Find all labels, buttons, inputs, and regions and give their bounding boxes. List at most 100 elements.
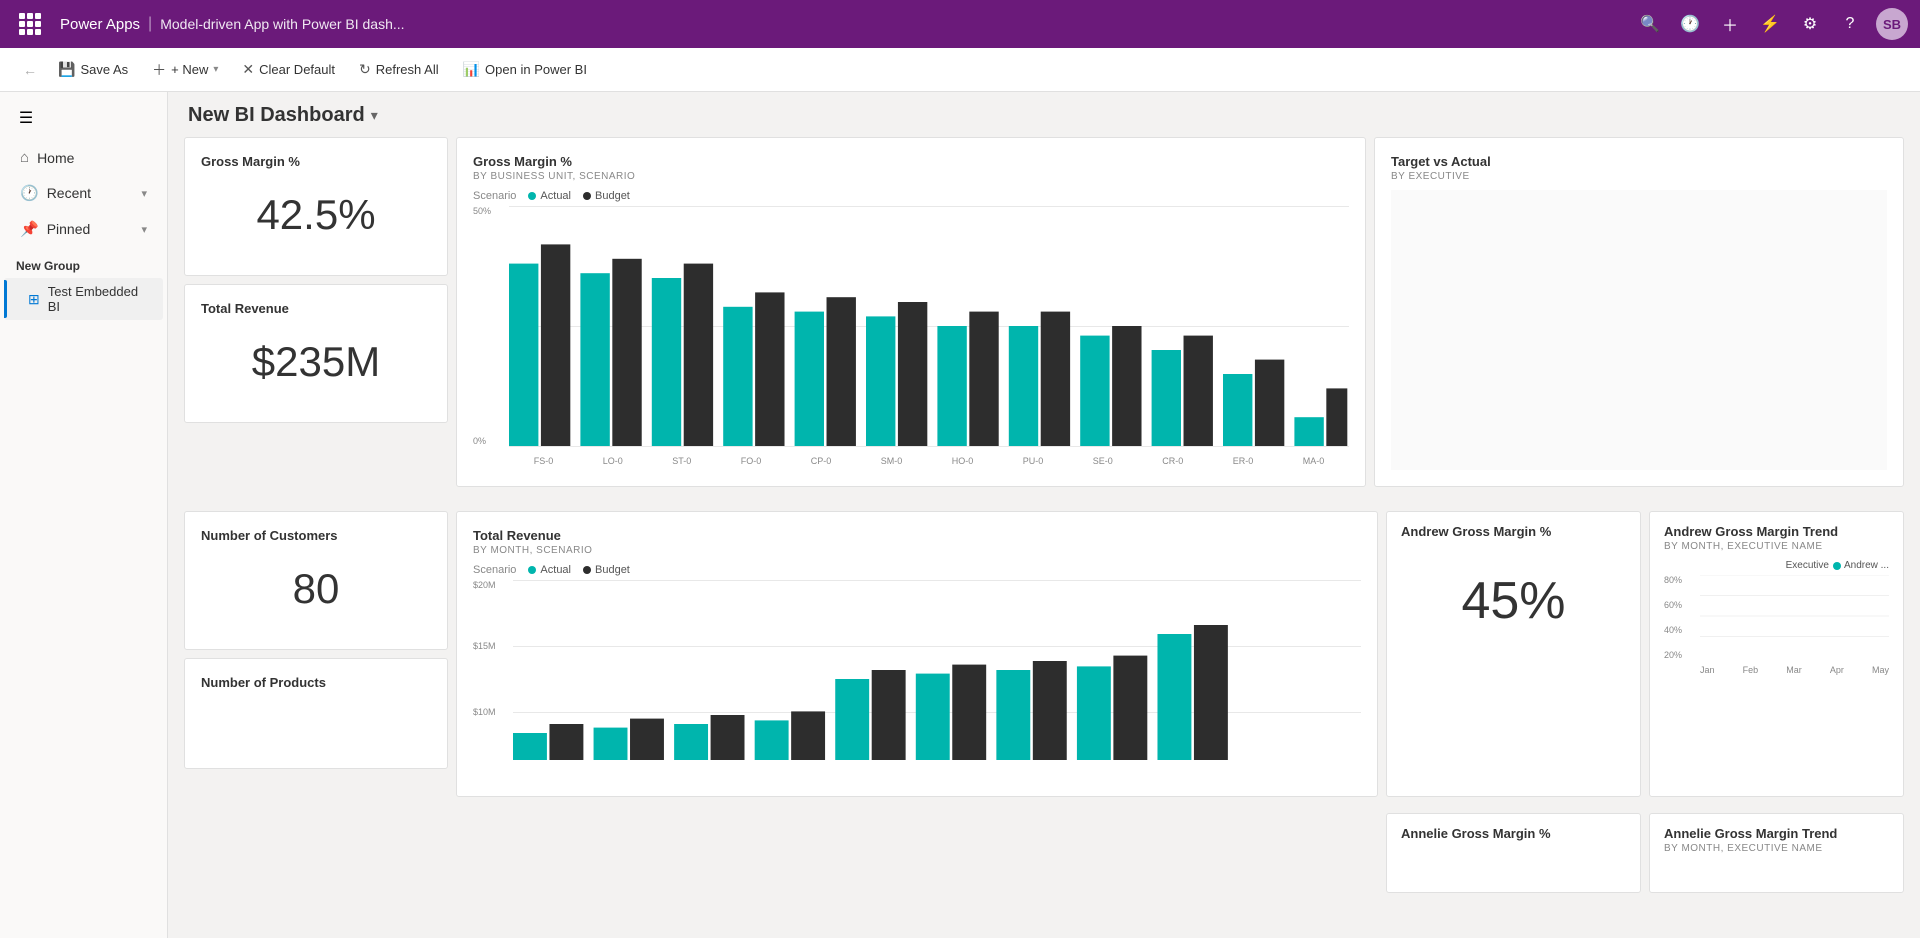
help-icon[interactable]: ? xyxy=(1832,6,1868,42)
x-label-ma0: MA-0 xyxy=(1303,456,1325,466)
target-vs-actual-content xyxy=(1391,190,1887,470)
trend-y-60: 60% xyxy=(1664,600,1682,610)
dashboard-title: New BI Dashboard xyxy=(188,104,365,127)
settings-icon[interactable]: ⚙ xyxy=(1792,6,1828,42)
tr-bar-chart: $20M $15M $10M xyxy=(473,580,1361,780)
andrew-x-labels: Jan Feb Mar Apr May xyxy=(1700,665,1889,675)
separator: | xyxy=(148,15,152,33)
target-vs-actual-subtitle: BY EXECUTIVE xyxy=(1391,171,1887,182)
x-label-cr0: CR-0 xyxy=(1162,456,1183,466)
andrew-gm-title: Andrew Gross Margin % xyxy=(1401,524,1626,539)
trend-y-20: 20% xyxy=(1664,650,1682,660)
number-of-products-card: Number of Products xyxy=(184,658,448,769)
sidebar-item-test-embedded[interactable]: ⊞ Test Embedded BI xyxy=(4,278,163,320)
chevron-down-icon: ▾ xyxy=(141,187,147,200)
gross-margin-chart-card: Gross Margin % BY BUSINESS UNIT, SCENARI… xyxy=(456,137,1366,487)
clear-default-label: Clear Default xyxy=(259,62,335,77)
add-icon[interactable]: ＋ xyxy=(1712,6,1748,42)
sidebar-toggle[interactable]: ☰ xyxy=(8,100,44,136)
tr-actual-dot xyxy=(528,566,536,574)
refresh-icon: ↻ xyxy=(359,61,371,78)
filter-icon[interactable]: ⚡ xyxy=(1752,6,1788,42)
clear-default-button[interactable]: ✕ Clear Default xyxy=(232,54,345,86)
tr-chart-title: Total Revenue xyxy=(473,528,1361,543)
sidebar-item-pinned[interactable]: 📌 Pinned ▾ xyxy=(4,212,163,246)
x-axis-labels: FS-0 LO-0 ST-0 FO-0 CP-0 SM-0 HO-0 PU-0 … xyxy=(509,456,1349,466)
tr-legend-budget: Budget xyxy=(583,564,630,576)
refresh-all-button[interactable]: ↻ Refresh All xyxy=(349,54,449,86)
x-feb: Feb xyxy=(1743,665,1759,675)
x-jan: Jan xyxy=(1700,665,1715,675)
left-column: Gross Margin % 42.5% Total Revenue $235M xyxy=(184,137,448,487)
dashboard-header: New BI Dashboard ▾ xyxy=(168,92,1920,137)
budget-dot xyxy=(583,192,591,200)
dashboard-icon: ⊞ xyxy=(28,291,40,308)
sidebar-recent-label: Recent xyxy=(47,185,91,201)
main-layout: ☰ ⌂ Home 🕐 Recent ▾ 📌 Pinned ▾ New Group… xyxy=(0,92,1920,938)
tr-legend-actual: Actual xyxy=(528,564,571,576)
x-label-se0: SE-0 xyxy=(1093,456,1113,466)
x-label-ho0: HO-0 xyxy=(952,456,974,466)
search-icon[interactable]: 🔍 xyxy=(1632,6,1668,42)
andrew-legend-dot xyxy=(1833,562,1841,570)
andrew-gm-value: 45% xyxy=(1401,541,1626,661)
total-revenue-value: $235M xyxy=(201,318,431,406)
gross-margin-title: Gross Margin % xyxy=(201,154,431,169)
home-icon: ⌂ xyxy=(20,149,29,166)
dashboard-chevron-icon[interactable]: ▾ xyxy=(371,107,378,124)
sidebar-home-label: Home xyxy=(37,150,74,166)
y-label-50: 50% xyxy=(473,206,491,216)
x-label-pu0: PU-0 xyxy=(1023,456,1044,466)
bottom-row: Number of Customers 80 Number of Product… xyxy=(168,511,1920,813)
x-may: May xyxy=(1872,665,1889,675)
tr-y-label-20m: $20M xyxy=(473,580,496,590)
x-label-sm0: SM-0 xyxy=(881,456,903,466)
x-label-fs0: FS-0 xyxy=(534,456,554,466)
annelie-gm-card: Annelie Gross Margin % xyxy=(1386,813,1641,893)
clear-icon: ✕ xyxy=(242,61,254,78)
toolbar: ← 💾 Save As ＋ + New ▾ ✕ Clear Default ↻ … xyxy=(0,48,1920,92)
number-of-customers-card: Number of Customers 80 xyxy=(184,511,448,650)
tr-y-label-15m: $15M xyxy=(473,641,496,651)
gross-margin-bar-chart: 50% 0% xyxy=(473,206,1349,466)
recent-icon[interactable]: 🕐 xyxy=(1672,6,1708,42)
open-power-bi-label: Open in Power BI xyxy=(485,62,587,77)
left-col-bottom: Number of Customers 80 Number of Product… xyxy=(184,511,448,797)
waffle-menu-icon[interactable] xyxy=(12,6,48,42)
hamburger-icon: ☰ xyxy=(19,108,33,128)
annelie-gm-trend-card: Annelie Gross Margin Trend BY MONTH, EXE… xyxy=(1649,813,1904,893)
total-revenue-kpi-card: Total Revenue $235M xyxy=(184,284,448,423)
x-apr: Apr xyxy=(1830,665,1844,675)
new-chevron-icon: ▾ xyxy=(213,64,218,75)
sidebar-item-recent[interactable]: 🕐 Recent ▾ xyxy=(4,176,163,210)
num-customers-title: Number of Customers xyxy=(201,528,431,543)
gross-margin-value: 42.5% xyxy=(201,171,431,259)
sidebar: ☰ ⌂ Home 🕐 Recent ▾ 📌 Pinned ▾ New Group… xyxy=(0,92,168,938)
tr-legend: Scenario Actual Budget xyxy=(473,564,1361,576)
dashboard-top-row: Gross Margin % 42.5% Total Revenue $235M… xyxy=(168,137,1920,511)
target-vs-actual-title: Target vs Actual xyxy=(1391,154,1887,169)
open-power-bi-button[interactable]: 📊 Open in Power BI xyxy=(453,54,597,86)
num-customers-value: 80 xyxy=(201,545,431,633)
new-button[interactable]: ＋ + New ▾ xyxy=(142,54,228,86)
gross-margin-kpi-card: Gross Margin % 42.5% xyxy=(184,137,448,276)
sidebar-item-home[interactable]: ⌂ Home xyxy=(4,141,163,174)
tr-actual-label: Actual xyxy=(540,564,571,576)
last-row: Annelie Gross Margin % Annelie Gross Mar… xyxy=(168,813,1920,909)
avatar[interactable]: SB xyxy=(1876,8,1908,40)
top-navigation-bar: Power Apps | Model-driven App with Power… xyxy=(0,0,1920,48)
back-button[interactable]: ← xyxy=(16,56,44,84)
legend-budget: Budget xyxy=(583,190,630,202)
trend-y-80: 80% xyxy=(1664,575,1682,585)
save-as-label: Save As xyxy=(80,62,128,77)
gross-margin-legend: Scenario Actual Budget xyxy=(473,190,1349,202)
executive-legend-label: Executive xyxy=(1786,560,1829,571)
recent-icon: 🕐 xyxy=(20,184,39,202)
save-as-button[interactable]: 💾 Save As xyxy=(48,54,138,86)
scenario-label: Scenario xyxy=(473,190,516,202)
annelie-gm-title: Annelie Gross Margin % xyxy=(1401,826,1626,841)
num-products-title: Number of Products xyxy=(201,675,431,690)
legend-actual: Actual xyxy=(528,190,571,202)
y-label-0: 0% xyxy=(473,436,486,446)
target-vs-actual-card: Target vs Actual BY EXECUTIVE xyxy=(1374,137,1904,487)
